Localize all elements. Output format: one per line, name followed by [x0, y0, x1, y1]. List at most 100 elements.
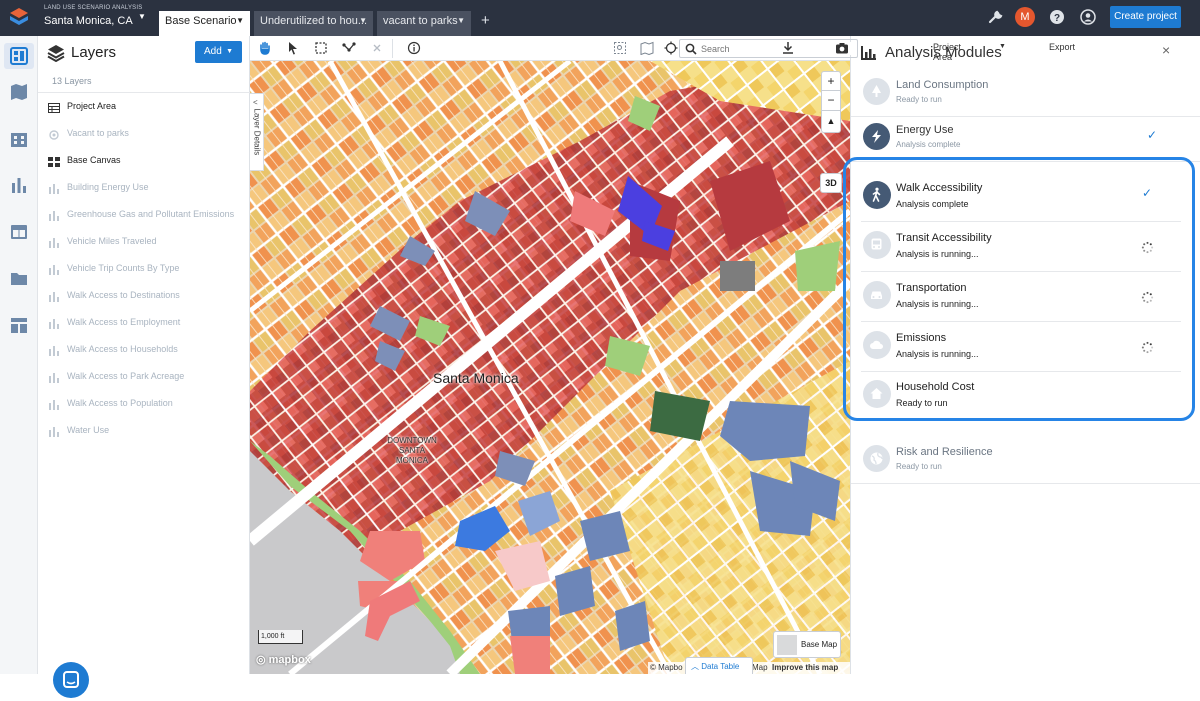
layer-label: Walk Access to Park Acreage — [67, 371, 185, 381]
tree-icon — [863, 78, 890, 105]
map-search-icon[interactable] — [640, 41, 654, 55]
avatar[interactable]: M — [1015, 7, 1035, 27]
layer-item[interactable]: Base Canvas — [38, 148, 250, 175]
layer-item[interactable]: Water Use — [38, 418, 250, 445]
chevron-down-icon: ▼ — [226, 48, 233, 55]
pan-hand-icon[interactable] — [258, 41, 272, 55]
polygon-select-icon[interactable] — [342, 41, 356, 55]
module-status: Ready to run — [896, 95, 942, 104]
project-area-dropdown[interactable]: Project Area — [933, 42, 961, 62]
layer-label: Vehicle Miles Traveled — [67, 236, 157, 246]
module-energy-use[interactable]: Energy Use Analysis complete ✓ — [851, 117, 1200, 162]
camera-icon[interactable] — [835, 41, 849, 55]
3d-toggle-button[interactable]: 3D — [820, 173, 842, 193]
layer-label: Walk Access to Destinations — [67, 290, 180, 300]
svg-text:?: ? — [1054, 13, 1060, 24]
wrench-icon[interactable] — [988, 9, 1004, 25]
help-icon[interactable]: ? — [1049, 9, 1065, 25]
layer-item[interactable]: Vacant to parks — [38, 121, 250, 148]
layer-label: Walk Access to Population — [67, 398, 173, 408]
layer-label: Vehicle Trip Counts By Type — [67, 263, 180, 273]
module-status: Ready to run — [896, 462, 942, 471]
scale-bar: 1,000 ft — [258, 630, 303, 644]
bar-chart-icon — [48, 237, 60, 248]
select-arrow-icon[interactable] — [286, 41, 300, 55]
download-icon[interactable] — [781, 41, 795, 55]
search-input[interactable] — [701, 42, 851, 55]
search-box[interactable] — [679, 39, 858, 58]
bar-chart-icon[interactable] — [9, 175, 29, 195]
module-land-consumption[interactable]: Land Consumption Ready to run — [851, 72, 1200, 117]
layer-item[interactable]: Walk Access to Park Acreage — [38, 364, 250, 391]
layer-item[interactable]: Greenhouse Gas and Pollutant Emissions — [38, 202, 250, 229]
base-map-button[interactable]: Base Map — [773, 631, 841, 658]
folder-icon[interactable] — [9, 268, 29, 288]
top-bar: LAND USE SCENARIO ANALYSIS Santa Monica,… — [0, 0, 1200, 36]
chevron-down-icon[interactable]: ▼ — [457, 16, 465, 25]
compass-button[interactable]: ▲ — [821, 111, 841, 133]
layer-item[interactable]: Vehicle Trip Counts By Type — [38, 256, 250, 283]
project-selector[interactable]: Santa Monica, CA — [44, 15, 133, 27]
add-tab-button[interactable]: + — [481, 12, 490, 29]
layer-details-toggle[interactable]: < Layer Details — [250, 93, 264, 171]
layer-item[interactable]: Walk Access to Population — [38, 391, 250, 418]
map-icon[interactable] — [9, 82, 29, 102]
bar-chart-icon — [48, 318, 60, 329]
chat-button[interactable] — [53, 662, 89, 698]
tab-label: Base Scenario — [165, 15, 237, 27]
chevron-down-icon[interactable]: ▼ — [999, 43, 1006, 50]
base-map-label: Base Map — [801, 640, 838, 649]
zoom-in-button[interactable]: + — [821, 71, 841, 91]
module-risk-and-resilience[interactable]: Risk and Resilience Ready to run — [851, 439, 1200, 484]
info-icon[interactable] — [407, 41, 421, 55]
layout-icon[interactable] — [9, 315, 29, 335]
divider — [392, 39, 393, 58]
chevron-down-icon[interactable]: ▼ — [236, 16, 244, 25]
export-button[interactable]: Export — [1049, 42, 1075, 52]
chevron-down-icon[interactable]: ▼ — [138, 12, 146, 21]
layers-title: Layers — [71, 44, 117, 61]
layer-item[interactable]: Walk Access to Destinations — [38, 283, 250, 310]
layer-label: Project Area — [67, 101, 117, 111]
close-button[interactable]: × — [1162, 42, 1170, 58]
tab-vacant-to-parks[interactable]: vacant to parks ▼ — [377, 11, 471, 36]
map-toolbar: Project Area ▼ Export — [250, 36, 1075, 62]
layer-list: Project Area Vacant to parks Base Canvas Bu… — [38, 94, 250, 445]
buildings-icon[interactable] — [9, 129, 29, 149]
tab-underutilized-to-housing[interactable]: Underutilized to hou... ▼ — [254, 11, 373, 36]
layer-item[interactable]: Walk Access to Employment — [38, 310, 250, 337]
bolt-icon — [863, 123, 890, 150]
chat-icon — [63, 671, 79, 688]
improve-map-link[interactable]: Improve this map — [772, 663, 838, 672]
attribution-text[interactable]: © Mapbo — [650, 663, 683, 672]
layer-item[interactable]: Vehicle Miles Traveled — [38, 229, 250, 256]
layer-item[interactable]: Building Energy Use — [38, 175, 250, 202]
layer-label: Base Canvas — [67, 155, 121, 165]
base-map-thumbnail — [777, 635, 797, 655]
module-name: Land Consumption — [896, 79, 989, 91]
tab-base-scenario[interactable]: Base Scenario ▼ — [159, 11, 250, 36]
data-table-toggle[interactable]: ︿ Data Table — [685, 657, 753, 674]
zoom-to-selection-icon[interactable] — [613, 41, 627, 55]
bar-chart-icon — [48, 426, 60, 437]
target-icon[interactable] — [664, 41, 678, 55]
user-icon[interactable] — [1080, 9, 1096, 25]
nav-rail — [0, 36, 38, 674]
zoom-out-button[interactable]: − — [821, 91, 841, 111]
create-project-button[interactable]: Create project — [1110, 6, 1181, 28]
attribution-text[interactable]: Map — [752, 663, 768, 672]
app-logo-icon[interactable] — [9, 7, 29, 27]
clear-icon[interactable] — [370, 41, 384, 55]
box-select-icon[interactable] — [314, 41, 328, 55]
dashboard-icon[interactable] — [9, 46, 29, 66]
add-layer-button[interactable]: Add ▼ — [195, 41, 242, 63]
layer-item[interactable]: Project Area — [38, 94, 250, 121]
map-canvas[interactable]: + − ▲ 3D Santa Monica DOWNTOWN SANTA MON… — [250, 61, 850, 674]
tab-label: Underutilized to hou... — [260, 15, 368, 27]
ring-icon — [48, 129, 60, 140]
bar-chart-icon — [48, 183, 60, 194]
layer-item[interactable]: Walk Access to Households — [38, 337, 250, 364]
chevron-down-icon[interactable]: ▼ — [359, 16, 367, 25]
table-icon[interactable] — [9, 222, 29, 242]
add-label: Add — [204, 46, 222, 57]
